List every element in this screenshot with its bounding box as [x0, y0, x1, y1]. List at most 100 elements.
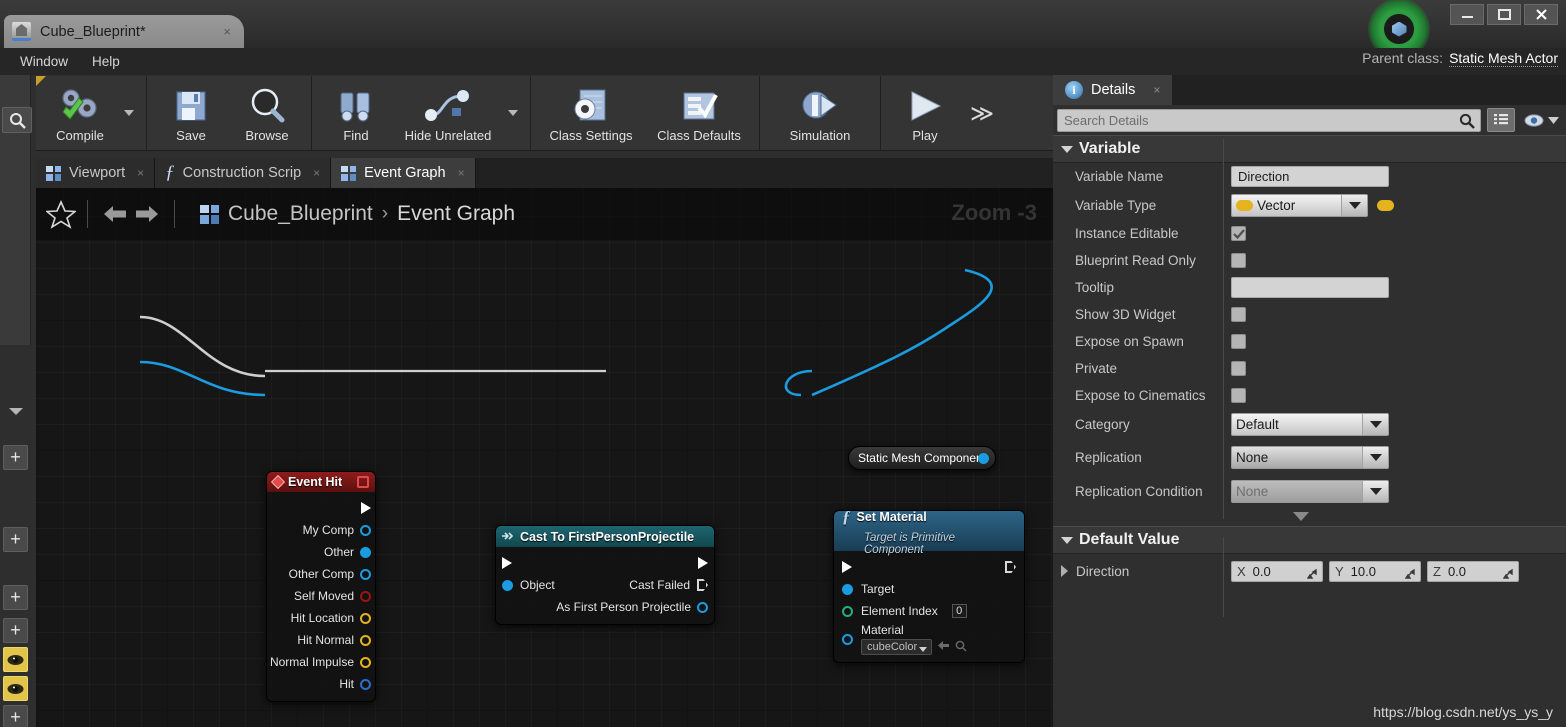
output-pin-normal-impulse[interactable] [360, 656, 371, 668]
tab-details-close-icon[interactable]: × [1153, 83, 1160, 97]
node-static-mesh-component[interactable]: Static Mesh Component [848, 446, 996, 470]
find-button[interactable]: Find [318, 76, 394, 150]
grid-view-button[interactable] [1487, 108, 1515, 132]
setmat-exec-in-pin[interactable] [842, 561, 852, 573]
setmat-pin-target[interactable] [842, 583, 853, 595]
star-icon[interactable] [44, 199, 78, 229]
output-pin-other[interactable] [360, 546, 371, 558]
output-pin-component[interactable] [978, 452, 989, 464]
chevron-down-icon[interactable] [1341, 194, 1367, 216]
asset-tab-close-icon[interactable]: × [218, 24, 236, 39]
menu-item-window[interactable]: Window [8, 50, 80, 73]
arrow-left-icon[interactable] [99, 200, 131, 228]
private-checkbox[interactable] [1231, 361, 1246, 376]
tab-details[interactable]: i Details × [1053, 75, 1173, 105]
play-button[interactable]: Play [887, 76, 963, 150]
chevron-down-icon[interactable] [1362, 480, 1388, 502]
tab-construction-script[interactable]: ƒ Construction Scrip × [155, 158, 332, 188]
setmat-pin-material[interactable] [842, 633, 853, 645]
event-graph-canvas[interactable]: Static Mesh Component Event Hit My Comp … [36, 188, 1053, 727]
breadcrumb-root[interactable]: Cube_Blueprint [228, 202, 373, 226]
chevron-down-icon[interactable] [1362, 446, 1388, 468]
cast-exec-in-pin[interactable] [502, 557, 512, 569]
tab-event-graph[interactable]: Event Graph × [331, 158, 476, 188]
left-rail-search-button[interactable] [2, 107, 32, 133]
search-input[interactable]: Search Details [1057, 108, 1481, 132]
expose-on-spawn-checkbox[interactable] [1231, 334, 1246, 349]
cast-exec-out-pin[interactable] [698, 557, 708, 569]
category-combo[interactable]: Default [1231, 413, 1389, 436]
variable-type-combo[interactable]: Vector [1231, 193, 1368, 217]
tab-viewport[interactable]: Viewport × [36, 158, 156, 188]
node-event-hit[interactable]: Event Hit My Comp Other Other Comp Self … [266, 471, 376, 702]
output-pin-my-comp[interactable] [360, 524, 371, 536]
tooltip-input[interactable] [1231, 277, 1389, 298]
browse-button[interactable]: Browse [229, 76, 305, 150]
left-rail-chevron-down-icon[interactable] [3, 400, 28, 422]
variable-name-input[interactable]: Direction [1231, 166, 1389, 187]
chevron-right-icon[interactable] [1061, 565, 1068, 577]
drag-grip-icon[interactable] [1306, 567, 1317, 579]
node-cast-to-firstpersonprojectile[interactable]: Cast To FirstPersonProjectile Object Cas… [495, 525, 715, 625]
visibility-options-button[interactable] [1521, 111, 1562, 129]
setmat-combo-material[interactable]: cubeColor [861, 639, 933, 655]
section-header-variable[interactable]: Variable [1053, 135, 1566, 163]
simulation-button[interactable]: Simulation [766, 76, 874, 150]
exec-out-pin[interactable] [361, 502, 371, 514]
cast-input-pin-object[interactable] [502, 579, 513, 591]
output-pin-other-comp[interactable] [360, 568, 371, 580]
direction-z-input[interactable]: Z 0.0 [1427, 560, 1519, 582]
setmat-pin-element-index[interactable] [842, 605, 853, 617]
tab-construction-script-close-icon[interactable]: × [313, 166, 320, 180]
class-settings-button[interactable]: Class Settings [537, 76, 645, 150]
minimize-button[interactable] [1450, 4, 1484, 25]
tab-viewport-close-icon[interactable]: × [137, 166, 144, 180]
left-rail-visibility-button-1[interactable] [3, 647, 28, 672]
delegate-pin-icon[interactable] [357, 476, 369, 488]
output-pin-self-moved[interactable] [360, 590, 371, 602]
browse-asset-magnifier-icon[interactable] [955, 640, 967, 655]
tab-event-graph-close-icon[interactable]: × [458, 166, 465, 180]
left-rail-add-button-2[interactable]: + [3, 527, 28, 552]
replication-combo[interactable]: None [1231, 445, 1389, 469]
section-header-default-value[interactable]: Default Value [1053, 526, 1566, 554]
class-defaults-button[interactable]: Class Defaults [645, 76, 753, 150]
arrow-right-icon[interactable] [131, 200, 163, 228]
toolbar-overflow-button[interactable]: ≫ [963, 76, 1001, 150]
output-pin-hit[interactable] [360, 678, 371, 690]
variable-type-container-swatch[interactable] [1377, 199, 1394, 211]
maximize-button[interactable] [1487, 4, 1521, 25]
drag-grip-icon[interactable] [1502, 567, 1513, 579]
output-pin-hit-location[interactable] [360, 612, 371, 624]
expose-to-cinematics-checkbox[interactable] [1231, 388, 1246, 403]
setmat-input-element-index[interactable]: 0 [951, 604, 967, 618]
asset-tab-cube-blueprint[interactable]: Cube_Blueprint* × [4, 15, 244, 48]
compile-button[interactable]: Compile [42, 76, 118, 150]
save-button[interactable]: Save [153, 76, 229, 150]
hide-unrelated-button[interactable]: Hide Unrelated [394, 76, 502, 150]
left-rail-add-button-3[interactable]: + [3, 585, 28, 610]
direction-x-input[interactable]: X 0.0 [1231, 560, 1323, 582]
close-button[interactable] [1524, 4, 1558, 25]
instance-editable-checkbox[interactable] [1231, 226, 1246, 241]
output-pin-hit-normal[interactable] [360, 634, 371, 646]
left-rail-visibility-button-2[interactable] [3, 676, 28, 701]
chevron-down-icon[interactable] [1362, 414, 1388, 435]
drag-grip-icon[interactable] [1404, 567, 1415, 579]
node-set-material[interactable]: ƒ Set Material Target is Primitive Compo… [833, 507, 1025, 663]
left-rail-add-button-4[interactable]: + [3, 618, 28, 643]
setmat-exec-out-pin[interactable] [1005, 561, 1016, 573]
details-collapse-row[interactable] [1053, 508, 1566, 526]
hide-unrelated-dropdown-chevron-down-icon[interactable] [502, 76, 524, 150]
direction-y-input[interactable]: Y 10.0 [1329, 560, 1421, 582]
menu-item-help[interactable]: Help [80, 50, 132, 73]
cast-output-pin-as-projectile[interactable] [697, 601, 708, 613]
left-rail-add-button-1[interactable]: + [3, 445, 28, 470]
parent-class-value[interactable]: Static Mesh Actor [1449, 50, 1558, 67]
use-selected-asset-arrow-icon[interactable] [937, 640, 950, 654]
compile-dropdown-chevron-down-icon[interactable] [118, 76, 140, 150]
cast-exec-out-pin-failed[interactable] [697, 579, 708, 591]
show-3d-widget-checkbox[interactable] [1231, 307, 1246, 322]
blueprint-read-only-checkbox[interactable] [1231, 253, 1246, 268]
replication-condition-combo[interactable]: None [1231, 479, 1389, 503]
